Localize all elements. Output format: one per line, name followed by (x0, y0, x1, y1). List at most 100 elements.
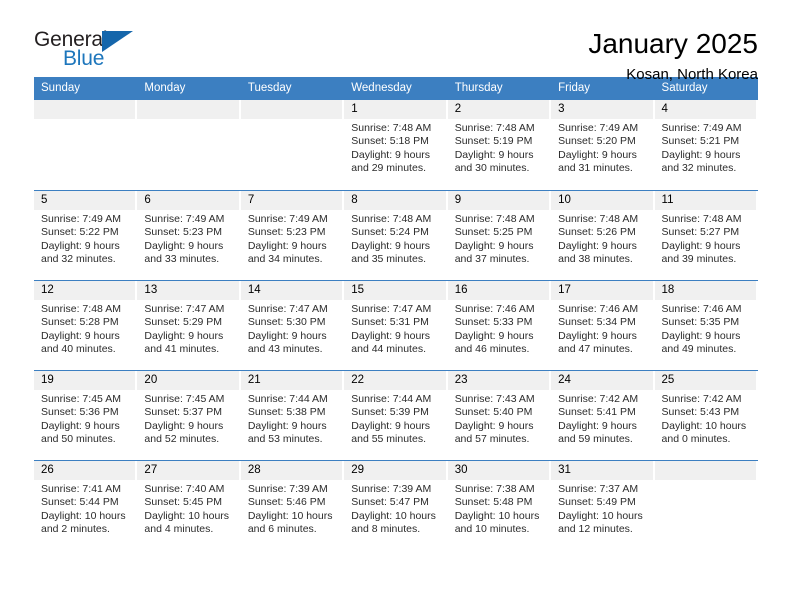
day-details: Sunrise: 7:42 AM Sunset: 5:41 PM Daylight:… (551, 390, 652, 447)
sunrise-text: Sunrise: 7:42 AM (661, 393, 742, 405)
day-number: 9 (447, 191, 550, 210)
sunset-text: Sunset: 5:23 PM (247, 226, 326, 239)
calendar-day-cell[interactable]: 15 Sunrise: 7:47 AM Sunset: 5:31 PM Dayligh… (344, 281, 448, 370)
daylight-text-line1: Daylight: 9 hours (454, 419, 534, 432)
calendar-day-cell[interactable]: 7 Sunrise: 7:49 AM Sunset: 5:23 PM Daylight… (240, 191, 345, 280)
calendar-day-cell[interactable]: 11 Sunrise: 7:48 AM Sunset: 5:27 PM Dayligh… (654, 191, 758, 280)
sunset-text: Sunset: 5:39 PM (351, 406, 429, 419)
calendar-day-cell[interactable]: 18 Sunrise: 7:46 AM Sunset: 5:35 PM Dayligh… (654, 281, 758, 370)
calendar-day-cell[interactable]: 23 Sunrise: 7:43 AM Sunset: 5:40 PM Dayligh… (447, 371, 552, 460)
calendar-day-cell[interactable]: 26 Sunrise: 7:41 AM Sunset: 5:44 PM Dayligh… (34, 461, 138, 550)
calendar-day-cell[interactable]: 6 Sunrise: 7:49 AM Sunset: 5:23 PM Daylight… (137, 191, 241, 280)
calendar-day-cell[interactable]: 12 Sunrise: 7:48 AM Sunset: 5:28 PM Dayligh… (34, 281, 138, 370)
daylight-text-line2: and 52 minutes. (144, 433, 220, 446)
day-number: 6 (137, 191, 239, 210)
calendar-day-cell[interactable]: 30 Sunrise: 7:38 AM Sunset: 5:48 PM Dayligh… (447, 461, 552, 550)
day-number: 28 (240, 461, 343, 480)
day-number: 5 (34, 191, 136, 210)
day-number: 23 (447, 371, 550, 390)
weekday-header-wednesday: Wednesday (351, 82, 412, 94)
daylight-text-line2: and 4 minutes. (144, 523, 214, 536)
calendar-day-cell[interactable]: 14 Sunrise: 7:47 AM Sunset: 5:30 PM Dayligh… (240, 281, 345, 370)
sunset-text: Sunset: 5:45 PM (144, 496, 223, 509)
calendar-day-cell[interactable]: 1 Sunrise: 7:48 AM Sunset: 5:18 PM Daylight… (344, 100, 448, 190)
weekday-header-friday: Friday (558, 82, 591, 94)
daylight-text-line1: Daylight: 9 hours (661, 239, 741, 252)
daylight-text-line1: Daylight: 9 hours (351, 329, 431, 342)
calendar-week-row: 1 Sunrise: 7:48 AM Sunset: 5:18 PM Daylight… (34, 100, 758, 190)
daylight-text-line2: and 41 minutes. (144, 343, 220, 356)
day-number: 15 (344, 281, 446, 300)
daylight-text-line1: Daylight: 9 hours (558, 329, 637, 342)
page-header: General Blue January 2025 Kosan, North K… (34, 0, 758, 83)
calendar-day-cell[interactable]: 31 Sunrise: 7:37 AM Sunset: 5:49 PM Dayligh… (551, 461, 655, 550)
sunset-text: Sunset: 5:31 PM (351, 316, 429, 329)
sunrise-text: Sunrise: 7:49 AM (41, 213, 121, 225)
sunset-text: Sunset: 5:29 PM (144, 316, 223, 329)
sunrise-text: Sunrise: 7:37 AM (558, 483, 639, 495)
calendar-day-cell[interactable]: 21 Sunrise: 7:44 AM Sunset: 5:38 PM Dayligh… (240, 371, 345, 460)
general-blue-logo[interactable]: General Blue (34, 28, 144, 74)
calendar-day-cell[interactable]: 8 Sunrise: 7:48 AM Sunset: 5:24 PM Daylight… (344, 191, 448, 280)
daylight-text-line2: and 43 minutes. (247, 343, 323, 356)
calendar-day-cell[interactable]: 19 Sunrise: 7:45 AM Sunset: 5:36 PM Dayligh… (34, 371, 138, 460)
day-details: Sunrise: 7:40 AM Sunset: 5:45 PM Daylight:… (137, 480, 238, 537)
day-details: Sunrise: 7:46 AM Sunset: 5:34 PM Daylight:… (551, 300, 652, 357)
daylight-text-line2: and 40 minutes. (41, 343, 116, 356)
calendar-day-cell[interactable]: 13 Sunrise: 7:47 AM Sunset: 5:29 PM Dayligh… (137, 281, 241, 370)
calendar-grid: Sunday Monday Tuesday Wednesday Thursday Frid… (34, 77, 758, 550)
sunset-text: Sunset: 5:37 PM (144, 406, 223, 419)
page-title: January 2025 (588, 28, 758, 59)
sunrise-text: Sunrise: 7:48 AM (351, 213, 432, 225)
daylight-text-line1: Daylight: 9 hours (558, 419, 637, 432)
sunrise-text: Sunrise: 7:40 AM (144, 483, 225, 495)
calendar-day-cell[interactable]: 16 Sunrise: 7:46 AM Sunset: 5:33 PM Dayligh… (447, 281, 552, 370)
day-number: 24 (551, 371, 653, 390)
calendar-day-cell[interactable]: 2 Sunrise: 7:48 AM Sunset: 5:19 PM Daylight… (447, 100, 552, 190)
day-details: Sunrise: 7:48 AM Sunset: 5:25 PM Daylight:… (448, 210, 549, 267)
sunrise-text: Sunrise: 7:46 AM (661, 303, 742, 315)
sunset-text: Sunset: 5:47 PM (351, 496, 429, 509)
sunrise-text: Sunrise: 7:48 AM (454, 213, 535, 225)
calendar-day-cell[interactable]: 22 Sunrise: 7:44 AM Sunset: 5:39 PM Dayligh… (344, 371, 448, 460)
calendar-day-cell[interactable]: 25 Sunrise: 7:42 AM Sunset: 5:43 PM Dayligh… (654, 371, 758, 460)
sunset-text: Sunset: 5:43 PM (661, 406, 740, 419)
daylight-text-line1: Daylight: 9 hours (144, 329, 224, 342)
calendar-day-cell[interactable]: 28 Sunrise: 7:39 AM Sunset: 5:46 PM Dayligh… (240, 461, 345, 550)
calendar-day-cell[interactable]: 24 Sunrise: 7:42 AM Sunset: 5:41 PM Dayligh… (551, 371, 655, 460)
day-number: 10 (551, 191, 653, 210)
day-details: Sunrise: 7:49 AM Sunset: 5:23 PM Daylight:… (241, 210, 342, 267)
daylight-text-line1: Daylight: 9 hours (144, 419, 224, 432)
daylight-text-line1: Daylight: 10 hours (41, 509, 126, 522)
calendar-day-cell[interactable]: 27 Sunrise: 7:40 AM Sunset: 5:45 PM Dayligh… (137, 461, 241, 550)
daylight-text-line1: Daylight: 9 hours (558, 148, 637, 161)
calendar-day-cell[interactable]: 9 Sunrise: 7:48 AM Sunset: 5:25 PM Daylight… (447, 191, 552, 280)
calendar-day-cell[interactable]: 4 Sunrise: 7:49 AM Sunset: 5:21 PM Daylight… (654, 100, 758, 190)
day-number: 27 (137, 461, 239, 480)
sunset-text: Sunset: 5:49 PM (558, 496, 636, 509)
daylight-text-line2: and 38 minutes. (558, 253, 633, 266)
day-number: 2 (447, 100, 550, 119)
sunset-text: Sunset: 5:44 PM (41, 496, 119, 509)
daylight-text-line1: Daylight: 9 hours (41, 239, 120, 252)
calendar-day-cell[interactable]: 10 Sunrise: 7:48 AM Sunset: 5:26 PM Dayligh… (551, 191, 655, 280)
day-number (137, 100, 239, 119)
calendar-day-cell[interactable]: 17 Sunrise: 7:46 AM Sunset: 5:34 PM Dayligh… (551, 281, 655, 370)
calendar-weeks: 1 Sunrise: 7:48 AM Sunset: 5:18 PM Daylight… (34, 100, 758, 550)
day-details: Sunrise: 7:46 AM Sunset: 5:35 PM Daylight:… (655, 300, 756, 357)
day-number: 4 (654, 100, 756, 119)
calendar-day-cell[interactable]: 3 Sunrise: 7:49 AM Sunset: 5:20 PM Daylight… (551, 100, 655, 190)
daylight-text-line2: and 47 minutes. (558, 343, 633, 356)
sunset-text: Sunset: 5:46 PM (247, 496, 326, 509)
calendar-day-cell[interactable]: 29 Sunrise: 7:39 AM Sunset: 5:47 PM Dayligh… (344, 461, 448, 550)
daylight-text-line2: and 53 minutes. (247, 433, 323, 446)
calendar-week-row: 5 Sunrise: 7:49 AM Sunset: 5:22 PM Daylight… (34, 190, 758, 280)
calendar-day-cell[interactable]: 5 Sunrise: 7:49 AM Sunset: 5:22 PM Daylight… (34, 191, 138, 280)
day-details: Sunrise: 7:46 AM Sunset: 5:33 PM Daylight:… (448, 300, 549, 357)
calendar-day-cell[interactable]: 20 Sunrise: 7:45 AM Sunset: 5:37 PM Dayligh… (137, 371, 241, 460)
sunrise-text: Sunrise: 7:47 AM (144, 303, 225, 315)
sunrise-text: Sunrise: 7:48 AM (41, 303, 121, 315)
weekday-header-monday: Monday (144, 82, 186, 94)
daylight-text-line2: and 31 minutes. (558, 162, 633, 175)
sunset-text: Sunset: 5:36 PM (41, 406, 119, 419)
